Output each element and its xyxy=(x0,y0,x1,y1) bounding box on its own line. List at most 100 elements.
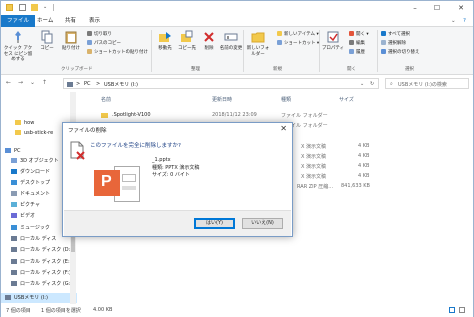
breadcrumb-drive[interactable]: USBメモリ (I:) xyxy=(104,81,138,88)
address-bar[interactable]: > PC > USBメモリ (I:) ⌄ ↻ xyxy=(63,78,379,89)
dialog-close-button[interactable]: ✕ xyxy=(280,124,287,133)
open-button[interactable]: 開く ▾ xyxy=(349,31,369,38)
tab-file[interactable]: ファイル xyxy=(1,15,36,27)
copy-button[interactable]: コピー xyxy=(35,30,59,52)
file-size: 841,633 KB xyxy=(341,183,370,189)
delete-x-icon xyxy=(204,32,214,42)
nav-item-local-disk-f[interactable]: ローカル ディスク (F:) xyxy=(1,268,77,278)
tab-share[interactable]: 共有 xyxy=(59,15,82,27)
edit-button[interactable]: 編集 xyxy=(349,40,365,47)
chevron-down-icon[interactable]: ⌄ xyxy=(360,81,364,87)
status-selection: 1 個の項目を選択 xyxy=(41,308,81,314)
back-arrow-icon[interactable]: ← xyxy=(6,79,11,86)
group-label-clipboard: クリップボード xyxy=(61,67,93,72)
group-label-organize: 整理 xyxy=(191,67,200,72)
clipboard-icon xyxy=(65,31,77,44)
separator-icon xyxy=(53,4,54,11)
open-icon xyxy=(349,31,354,36)
drive-icon xyxy=(11,270,17,275)
column-header-type[interactable]: 種類 xyxy=(281,95,291,105)
new-folder-icon xyxy=(251,32,265,43)
file-type: X 演示文稿 xyxy=(301,154,327,160)
dialog-question: このファイルを完全に削除しますか? xyxy=(90,143,181,149)
file-size: 4 KB xyxy=(358,173,370,179)
invert-selection-button[interactable]: 選択の切り替え xyxy=(381,49,420,56)
column-header-name[interactable]: 名前 xyxy=(101,95,111,105)
drive-icon xyxy=(11,236,17,241)
new-folder-button[interactable]: 新しいフォルダー xyxy=(245,30,271,57)
copy-to-button[interactable]: コピー先 xyxy=(175,30,199,52)
delete-button[interactable]: 削除 xyxy=(197,30,221,52)
chevron-down-icon[interactable]: ⌄ xyxy=(43,4,50,11)
paste-shortcut-button[interactable]: ショートカットの貼り付け xyxy=(87,49,148,56)
file-size: 4 KB xyxy=(358,143,370,149)
invert-selection-icon xyxy=(381,49,386,54)
drive-icon xyxy=(67,82,73,87)
tab-home[interactable]: ホーム xyxy=(31,15,59,27)
search-input[interactable]: ⌕ USBメモリ (I:)の検索 xyxy=(385,78,469,89)
usb-drive-icon xyxy=(5,295,11,300)
new-folder-quick-icon[interactable] xyxy=(31,4,38,11)
help-icon[interactable]: ? xyxy=(457,15,472,27)
recent-chevron-icon[interactable]: ⌄ xyxy=(30,79,35,86)
picture-icon xyxy=(11,202,17,207)
copy-path-button[interactable]: パスのコピー xyxy=(87,40,121,47)
file-name[interactable]: .Spotlight-V100 xyxy=(112,112,151,118)
yes-button[interactable]: はい(Y) xyxy=(194,218,235,229)
details-view-icon[interactable] xyxy=(449,307,455,313)
properties-icon xyxy=(327,31,339,43)
copy-icon xyxy=(41,30,53,44)
search-placeholder: USBメモリ (I:)の検索 xyxy=(398,82,447,88)
column-header-size[interactable]: サイズ xyxy=(339,95,354,105)
refresh-icon[interactable]: ↻ xyxy=(370,81,374,87)
select-all-icon xyxy=(381,31,386,36)
breadcrumb-pc[interactable]: PC xyxy=(84,81,91,87)
edit-icon xyxy=(349,40,354,45)
history-button[interactable]: 履歴 xyxy=(349,49,365,56)
nav-item-local-disk-g[interactable]: ローカル ディスク (G:) xyxy=(1,279,77,289)
paste-button[interactable]: 貼り付け xyxy=(59,30,83,52)
nav-item-usb-drive[interactable]: USBメモリ (I:) xyxy=(1,293,77,303)
select-all-button[interactable]: すべて選択 xyxy=(381,31,410,38)
drive-icon xyxy=(11,259,17,264)
column-header-date[interactable]: 更新日時 xyxy=(212,95,232,105)
drive-icon xyxy=(11,247,17,252)
move-to-button[interactable]: 移動先 xyxy=(153,30,177,52)
up-arrow-icon[interactable]: ↑ xyxy=(42,79,47,86)
easy-access-button[interactable]: ショートカット ▾ xyxy=(277,40,319,47)
dialog-file-size: サイズ: 0 バイト xyxy=(152,172,190,178)
group-label-select: 選択 xyxy=(405,67,414,72)
group-separator xyxy=(151,30,152,72)
file-size: 4 KB xyxy=(358,153,370,159)
tab-view[interactable]: 表示 xyxy=(83,15,106,27)
music-icon xyxy=(11,225,17,230)
pin-quick-access-button[interactable]: クイック アクセス にピン留めする xyxy=(3,30,33,63)
file-type: X 演示文稿 xyxy=(301,174,327,180)
group-separator xyxy=(377,30,378,72)
dialog-footer: はい(Y) いいえ(N) xyxy=(64,210,291,236)
minimize-button[interactable]: – xyxy=(405,1,425,15)
close-button[interactable]: ✕ xyxy=(451,1,471,15)
large-icons-view-icon[interactable] xyxy=(459,307,465,313)
maximize-button[interactable]: ☐ xyxy=(427,1,447,15)
powerpoint-file-icon: P xyxy=(94,164,142,204)
path-icon xyxy=(87,40,92,45)
properties-button[interactable]: プロパティ xyxy=(321,30,345,52)
shortcut-icon xyxy=(277,40,282,45)
no-button[interactable]: いいえ(N) xyxy=(242,218,283,229)
address-row: ← → ⌄ ↑ > PC > USBメモリ (I:) ⌄ ↻ ⌕ USBメモリ … xyxy=(1,77,473,91)
nav-item-local-disk-e[interactable]: ローカル ディスク (E:) xyxy=(1,257,77,267)
cut-button[interactable]: 切り取り xyxy=(87,31,112,38)
rename-button[interactable]: 名前の変更 xyxy=(219,30,243,52)
download-icon xyxy=(11,169,17,174)
select-none-button[interactable]: 選択解除 xyxy=(381,40,406,47)
file-type: X 演示文稿 xyxy=(301,164,327,170)
status-size: 4.00 KB xyxy=(93,307,113,313)
breadcrumb-sep: > xyxy=(76,81,81,87)
nav-item-local-disk-d[interactable]: ローカル ディスク (D:) xyxy=(1,245,77,255)
folder-icon xyxy=(15,120,21,125)
group-separator xyxy=(243,30,244,72)
forward-arrow-icon[interactable]: → xyxy=(18,79,23,86)
new-item-button[interactable]: 新しいアイテム ▾ xyxy=(277,31,319,38)
properties-quick-icon[interactable] xyxy=(19,4,26,11)
